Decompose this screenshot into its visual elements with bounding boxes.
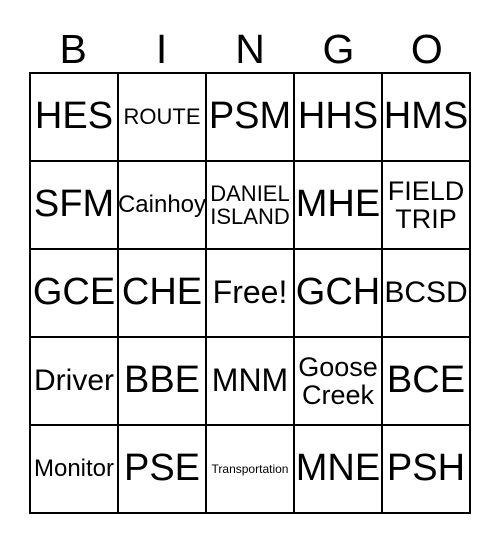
bingo-card: B I N G O HES ROUTE PSM HHS HMS SFM Cain… — [29, 14, 471, 514]
bingo-cell-n5[interactable]: Transportation — [207, 426, 295, 514]
bingo-cell-label: BBE — [123, 359, 201, 402]
bingo-cell-label: HMS — [383, 95, 469, 138]
bingo-cell-g2[interactable]: MHE — [295, 162, 383, 250]
bingo-cell-i4[interactable]: BBE — [119, 338, 207, 426]
bingo-cell-g1[interactable]: HHS — [295, 74, 383, 162]
bingo-cell-label: PSE — [123, 447, 201, 490]
bingo-cell-b3[interactable]: GCE — [31, 250, 119, 338]
bingo-cell-label: Goose Creek — [298, 351, 378, 410]
bingo-cell-b2[interactable]: SFM — [31, 162, 119, 250]
bingo-header-letter-o: O — [410, 26, 443, 72]
bingo-cell-label: SFM — [33, 183, 115, 226]
bingo-header-letter-b: B — [59, 26, 87, 72]
bingo-cell-label: Free! — [212, 274, 288, 311]
bingo-cell-label: GCH — [295, 271, 381, 314]
bingo-cell-i2[interactable]: Cainhoy — [119, 162, 207, 250]
bingo-cell-label: MNM — [211, 362, 289, 399]
bingo-cell-n4[interactable]: MNM — [207, 338, 295, 426]
bingo-header-letter-n: N — [235, 26, 265, 72]
bingo-cell-g5[interactable]: MNE — [295, 426, 383, 514]
bingo-cell-label: Transportation — [211, 461, 289, 476]
bingo-cell-label: Monitor — [33, 455, 115, 483]
bingo-cell-label: HES — [34, 95, 114, 138]
bingo-grid: HES ROUTE PSM HHS HMS SFM Cainhoy DANIEL… — [29, 72, 471, 514]
bingo-cell-label: BCSD — [384, 276, 468, 310]
bingo-cell-label: ROUTE — [123, 104, 201, 130]
bingo-cell-label: PSH — [386, 447, 466, 490]
bingo-cell-label: BCE — [386, 359, 466, 402]
bingo-cell-g4[interactable]: Goose Creek — [295, 338, 383, 426]
bingo-cell-free-space[interactable]: Free! — [207, 250, 295, 338]
bingo-header-row: B I N G O — [29, 14, 471, 72]
bingo-cell-label: MHE — [295, 183, 381, 226]
bingo-cell-label: FIELD TRIP — [387, 175, 465, 234]
bingo-cell-label: Cainhoy — [119, 191, 207, 219]
bingo-cell-label: MNE — [295, 447, 381, 490]
bingo-cell-label: DANIEL ISLAND — [210, 180, 290, 229]
bingo-cell-label: Driver — [34, 364, 114, 398]
bingo-cell-i5[interactable]: PSE — [119, 426, 207, 514]
bingo-cell-o5[interactable]: PSH — [383, 426, 471, 514]
bingo-header-letter-i: I — [155, 26, 168, 72]
bingo-cell-n1[interactable]: PSM — [207, 74, 295, 162]
bingo-cell-label: CHE — [121, 271, 203, 314]
bingo-cell-b5[interactable]: Monitor — [31, 426, 119, 514]
bingo-header-letter-g: G — [322, 26, 355, 72]
bingo-cell-o1[interactable]: HMS — [383, 74, 471, 162]
bingo-cell-b1[interactable]: HES — [31, 74, 119, 162]
bingo-cell-g3[interactable]: GCH — [295, 250, 383, 338]
bingo-cell-label: GCE — [32, 271, 116, 314]
bingo-cell-b4[interactable]: Driver — [31, 338, 119, 426]
bingo-cell-label: PSM — [208, 95, 292, 138]
bingo-cell-i1[interactable]: ROUTE — [119, 74, 207, 162]
bingo-cell-label: HHS — [297, 95, 379, 138]
bingo-cell-o4[interactable]: BCE — [383, 338, 471, 426]
bingo-cell-o2[interactable]: FIELD TRIP — [383, 162, 471, 250]
bingo-cell-i3[interactable]: CHE — [119, 250, 207, 338]
bingo-cell-n2[interactable]: DANIEL ISLAND — [207, 162, 295, 250]
bingo-cell-o3[interactable]: BCSD — [383, 250, 471, 338]
